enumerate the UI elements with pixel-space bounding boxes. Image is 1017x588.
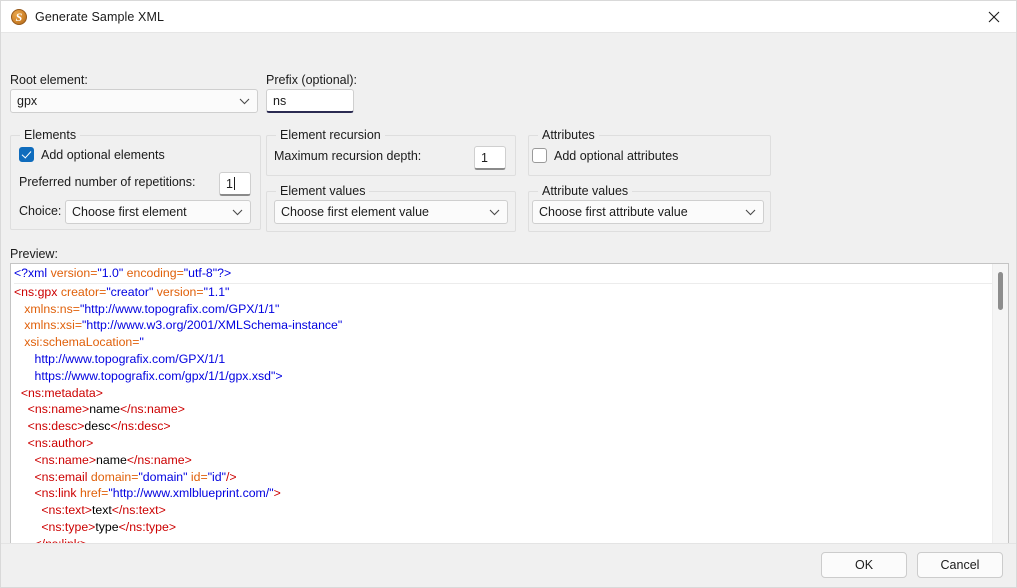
code-line: <ns:type>type</ns:type> — [41, 519, 177, 534]
max-recursion-depth-value: 1 — [481, 150, 488, 165]
code-line: <ns:name>name</ns:name> — [27, 402, 185, 417]
code-line: <ns:desc>desc</ns:desc> — [27, 419, 171, 434]
chevron-down-icon — [745, 205, 756, 219]
close-icon[interactable] — [971, 1, 1016, 32]
generate-sample-xml-dialog: S Generate Sample XML Root element: gpx … — [0, 0, 1017, 588]
chevron-down-icon — [239, 94, 250, 108]
add-optional-elements-checkbox[interactable]: Add optional elements — [19, 147, 165, 162]
dialog-footer: OK Cancel — [1, 543, 1016, 587]
code-line: xsi:schemaLocation=" — [24, 335, 144, 350]
prefix-value: ns — [273, 93, 287, 108]
ok-button[interactable]: OK — [821, 552, 907, 578]
xml-preview-code: <?xml version="1.0" encoding="utf-8"?> <n… — [11, 264, 992, 569]
element-values-value: Choose first element value — [281, 205, 429, 219]
cancel-button[interactable]: Cancel — [917, 552, 1003, 578]
max-recursion-depth-label: Maximum recursion depth: — [274, 149, 422, 163]
prefix-label: Prefix (optional): — [266, 73, 358, 87]
prefix-input[interactable]: ns — [266, 89, 354, 113]
element-recursion-group-title: Element recursion — [276, 128, 385, 142]
attribute-values-value: Choose first attribute value — [539, 205, 688, 219]
preview-vertical-scrollbar[interactable] — [992, 264, 1008, 569]
code-line: <ns:gpx creator="creator" version="1.1" — [14, 284, 230, 299]
code-line: xmlns:ns="http://www.topografix.com/GPX/… — [24, 301, 280, 316]
attribute-values-combobox[interactable]: Choose first attribute value — [532, 200, 764, 224]
preview-scroll-area: <?xml version="1.0" encoding="utf-8"?> <n… — [11, 264, 992, 569]
elements-group-title: Elements — [20, 128, 81, 142]
code-line: <ns:text>text</ns:text> — [41, 503, 166, 518]
code-line: xmlns:xsi="http://www.w3.org/2001/XMLSch… — [24, 318, 343, 333]
xmlblueprint-app-icon: S — [11, 8, 27, 25]
repetitions-input[interactable]: 1 — [219, 172, 251, 196]
chevron-down-icon — [489, 205, 500, 219]
dialog-body: Root element: gpx Prefix (optional): ns … — [1, 33, 1016, 587]
code-line: <ns:link href="http://www.xmlblueprint.c… — [34, 486, 281, 501]
window-title: Generate Sample XML — [35, 9, 165, 24]
add-optional-attributes-label: Add optional attributes — [554, 148, 679, 163]
code-line: <ns:metadata> — [20, 385, 103, 400]
repetitions-value: 1 — [226, 176, 233, 191]
choice-value: Choose first element — [72, 205, 187, 219]
element-values-group-title: Element values — [276, 184, 370, 198]
attributes-group-title: Attributes — [538, 128, 599, 142]
scrollbar-thumb[interactable] — [998, 272, 1003, 310]
preview-label: Preview: — [10, 247, 58, 261]
checkbox-box-icon — [532, 148, 547, 163]
root-element-label: Root element: — [10, 73, 88, 87]
choice-combobox[interactable]: Choose first element — [65, 200, 251, 224]
add-optional-elements-label: Add optional elements — [41, 147, 165, 162]
text-caret — [233, 177, 235, 190]
element-values-combobox[interactable]: Choose first element value — [274, 200, 508, 224]
choice-label: Choice: — [19, 204, 62, 218]
code-line: <ns:name>name</ns:name> — [34, 452, 192, 467]
code-line: https://www.topografix.com/gpx/1/1/gpx.x… — [34, 368, 283, 383]
max-recursion-depth-input[interactable]: 1 — [474, 146, 506, 170]
chevron-down-icon — [232, 205, 243, 219]
code-line: http://www.topografix.com/GPX/1/1 — [34, 351, 226, 366]
code-line: <?xml version="1.0" encoding="utf-8"?> — [14, 265, 992, 284]
add-optional-attributes-checkbox[interactable]: Add optional attributes — [532, 148, 678, 163]
repetitions-label: Preferred number of repetitions: — [19, 175, 196, 189]
code-line: <ns:author> — [27, 435, 94, 450]
code-line: <ns:email domain="domain" id="id"/> — [34, 469, 237, 484]
root-element-combobox[interactable]: gpx — [10, 89, 258, 113]
preview-pane[interactable]: <?xml version="1.0" encoding="utf-8"?> <n… — [10, 263, 1009, 570]
root-element-value: gpx — [17, 94, 38, 108]
title-bar: S Generate Sample XML — [1, 1, 1016, 33]
attribute-values-group-title: Attribute values — [538, 184, 633, 198]
checkbox-check-icon — [19, 147, 34, 162]
